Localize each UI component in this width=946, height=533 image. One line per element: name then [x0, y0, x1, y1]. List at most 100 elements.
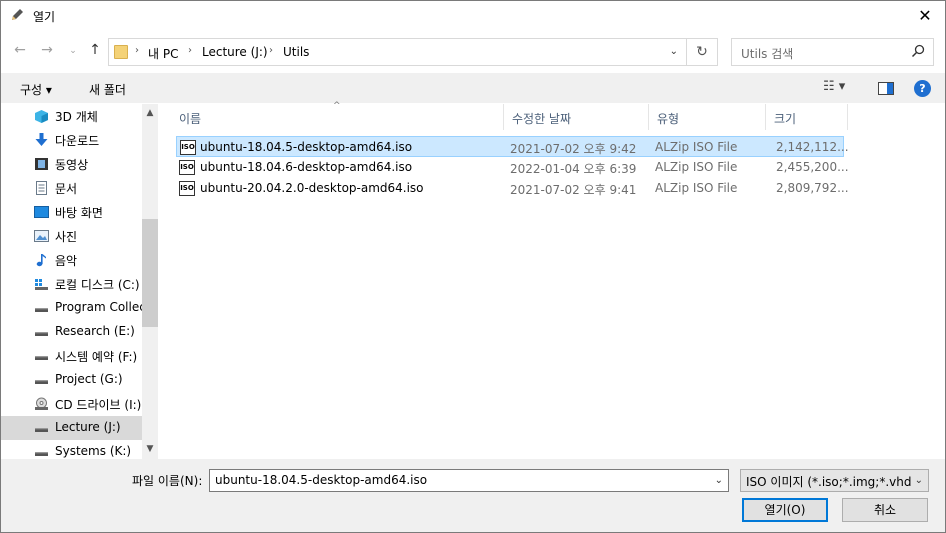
breadcrumb-separator-icon[interactable]: ›: [269, 45, 273, 56]
window-title: 열기: [33, 10, 56, 24]
file-name: ubuntu-20.04.2.0-desktop-amd64.iso: [200, 181, 424, 195]
file-type: ALZip ISO File: [655, 140, 738, 154]
file-type-select[interactable]: ISO 이미지 (*.iso;*.img;*.vhd;*. ⌄: [740, 469, 929, 492]
breadcrumb-separator-icon[interactable]: ›: [135, 45, 139, 56]
sidebar-item-local-disk-c[interactable]: 로컬 디스크 (C:): [1, 272, 142, 296]
sidebar-item-label: 다운로드: [55, 134, 100, 148]
drive-icon: [35, 428, 48, 432]
column-label: 크기: [774, 112, 797, 126]
view-options-icon[interactable]: ☷ ▾: [823, 79, 845, 94]
column-header-size[interactable]: 크기: [766, 104, 848, 130]
file-name: ubuntu-18.04.5-desktop-amd64.iso: [200, 140, 413, 154]
navigation-pane: 3D 개체 다운로드 동영상 문서 바탕 화면 사진 음악 로컬 디스크 (C:…: [1, 104, 158, 459]
sidebar-item-system-reserved[interactable]: 시스템 예약 (F:): [1, 344, 142, 368]
refresh-icon[interactable]: ↻: [687, 38, 718, 66]
forward-arrow-icon[interactable]: →: [38, 42, 56, 58]
file-date: 2021-07-02 오후 9:41: [510, 183, 637, 197]
recent-chevron-down-icon[interactable]: ⌄: [64, 46, 82, 56]
organize-button[interactable]: 구성 ▾: [20, 81, 52, 98]
sidebar-item-systems[interactable]: Systems (K:): [1, 440, 142, 459]
sidebar-item-videos[interactable]: 동영상: [1, 152, 142, 176]
filename-field[interactable]: ubuntu-18.04.5-desktop-amd64.iso ⌄: [209, 469, 729, 492]
sidebar-scrollbar[interactable]: ▲ ▼: [142, 104, 158, 459]
chevron-down-icon[interactable]: ⌄: [915, 475, 923, 486]
command-bar: 구성 ▾ 새 폴더 ☷ ▾ ?: [1, 73, 945, 103]
open-button[interactable]: 열기(O): [742, 498, 828, 522]
sidebar-item-lecture[interactable]: Lecture (J:): [1, 416, 142, 440]
scroll-down-icon[interactable]: ▼: [142, 444, 158, 454]
chevron-down-icon[interactable]: ⌄: [670, 46, 678, 57]
drive-icon: [35, 452, 48, 456]
sidebar-item-pictures[interactable]: 사진: [1, 224, 142, 248]
sidebar-item-label: 3D 개체: [55, 110, 98, 124]
file-row[interactable]: ISO ubuntu-20.04.2.0-desktop-amd64.iso 2…: [176, 178, 849, 199]
back-arrow-icon[interactable]: ←: [11, 42, 29, 58]
sidebar-item-label: 로컬 디스크 (C:): [55, 278, 140, 292]
sidebar-item-downloads[interactable]: 다운로드: [1, 128, 142, 152]
folder-icon: [114, 45, 128, 59]
sidebar-item-program-collect[interactable]: Program Collect: [1, 296, 151, 320]
sort-ascending-icon: ^: [333, 101, 341, 111]
search-input[interactable]: Utils 검색: [731, 38, 934, 66]
preview-pane-icon[interactable]: [878, 82, 894, 95]
iso-file-icon: ISO: [179, 181, 195, 196]
sidebar-item-label: Lecture (J:): [55, 420, 121, 434]
title-bar: 열기 ✕: [1, 1, 945, 31]
sidebar-item-label: 사진: [55, 230, 78, 244]
drive-icon: [35, 356, 48, 360]
column-header-type[interactable]: 유형: [649, 104, 766, 130]
sidebar-item-music[interactable]: 음악: [1, 248, 142, 272]
sidebar-item-label: 바탕 화면: [55, 206, 103, 220]
drive-icon: [35, 332, 48, 336]
music-note-icon: [36, 254, 46, 267]
file-row[interactable]: ISO ubuntu-18.04.6-desktop-amd64.iso 202…: [176, 157, 849, 178]
sidebar-item-desktop[interactable]: 바탕 화면: [1, 200, 142, 224]
breadcrumb-separator-icon[interactable]: ›: [188, 45, 192, 56]
up-arrow-icon[interactable]: ↑: [86, 42, 104, 58]
drive-icon: [35, 380, 48, 384]
breadcrumb-lecture[interactable]: Lecture (J:): [202, 45, 268, 59]
sidebar-item-label: 동영상: [55, 158, 89, 172]
sidebar-item-research[interactable]: Research (E:): [1, 320, 142, 344]
sidebar-item-label: Project (G:): [55, 372, 123, 386]
filename-value: ubuntu-18.04.5-desktop-amd64.iso: [215, 473, 428, 487]
column-label: 이름: [179, 112, 202, 126]
chevron-down-icon[interactable]: ⌄: [715, 475, 723, 486]
cd-drive-icon: [35, 397, 48, 410]
sidebar-item-label: CD 드라이브 (I:): [55, 398, 142, 412]
breadcrumb-utils[interactable]: Utils: [283, 45, 309, 59]
file-date: 2022-01-04 오후 6:39: [510, 162, 637, 176]
file-name: ubuntu-18.04.6-desktop-amd64.iso: [200, 160, 413, 174]
sidebar-item-label: 문서: [55, 182, 78, 196]
video-icon: [35, 158, 48, 170]
sidebar-item-3d-objects[interactable]: 3D 개체: [1, 104, 142, 128]
search-icon[interactable]: [911, 44, 925, 58]
desktop-icon: [34, 206, 49, 218]
sidebar-item-documents[interactable]: 문서: [1, 176, 142, 200]
new-folder-button[interactable]: 새 폴더: [89, 81, 126, 98]
scroll-up-icon[interactable]: ▲: [142, 108, 158, 118]
file-type: ALZip ISO File: [655, 160, 738, 174]
file-size: 2,455,200...: [776, 160, 849, 174]
file-type-value: ISO 이미지 (*.iso;*.img;*.vhd;*.: [746, 475, 912, 489]
address-bar[interactable]: › 내 PC › Lecture (J:) › Utils ⌄: [108, 38, 687, 66]
sidebar-item-label: 음악: [55, 254, 78, 268]
column-label: 수정한 날짜: [512, 112, 572, 126]
column-header-date[interactable]: 수정한 날짜: [504, 104, 649, 130]
sidebar-item-label: 시스템 예약 (F:): [55, 350, 138, 364]
file-size: 2,142,112...: [776, 140, 849, 154]
breadcrumb-this-pc[interactable]: 내 PC: [148, 45, 178, 62]
file-list-pane: 이름 ^ 수정한 날짜 유형 크기 ISO ubuntu-18.04.5-des…: [159, 101, 945, 459]
help-icon[interactable]: ?: [914, 80, 931, 97]
download-arrow-icon: [35, 133, 48, 146]
file-row[interactable]: ISO ubuntu-18.04.5-desktop-amd64.iso 202…: [176, 136, 849, 157]
iso-file-icon: ISO: [179, 160, 195, 175]
sidebar-item-cd-drive[interactable]: CD 드라이브 (I:): [1, 392, 142, 416]
picture-icon: [34, 230, 49, 242]
sidebar-item-label: Research (E:): [55, 324, 135, 338]
column-header-name[interactable]: 이름 ^: [171, 101, 504, 130]
sidebar-item-project[interactable]: Project (G:): [1, 368, 142, 392]
scrollbar-thumb[interactable]: [142, 219, 158, 327]
cancel-button[interactable]: 취소: [842, 498, 928, 522]
close-icon[interactable]: ✕: [915, 6, 935, 26]
